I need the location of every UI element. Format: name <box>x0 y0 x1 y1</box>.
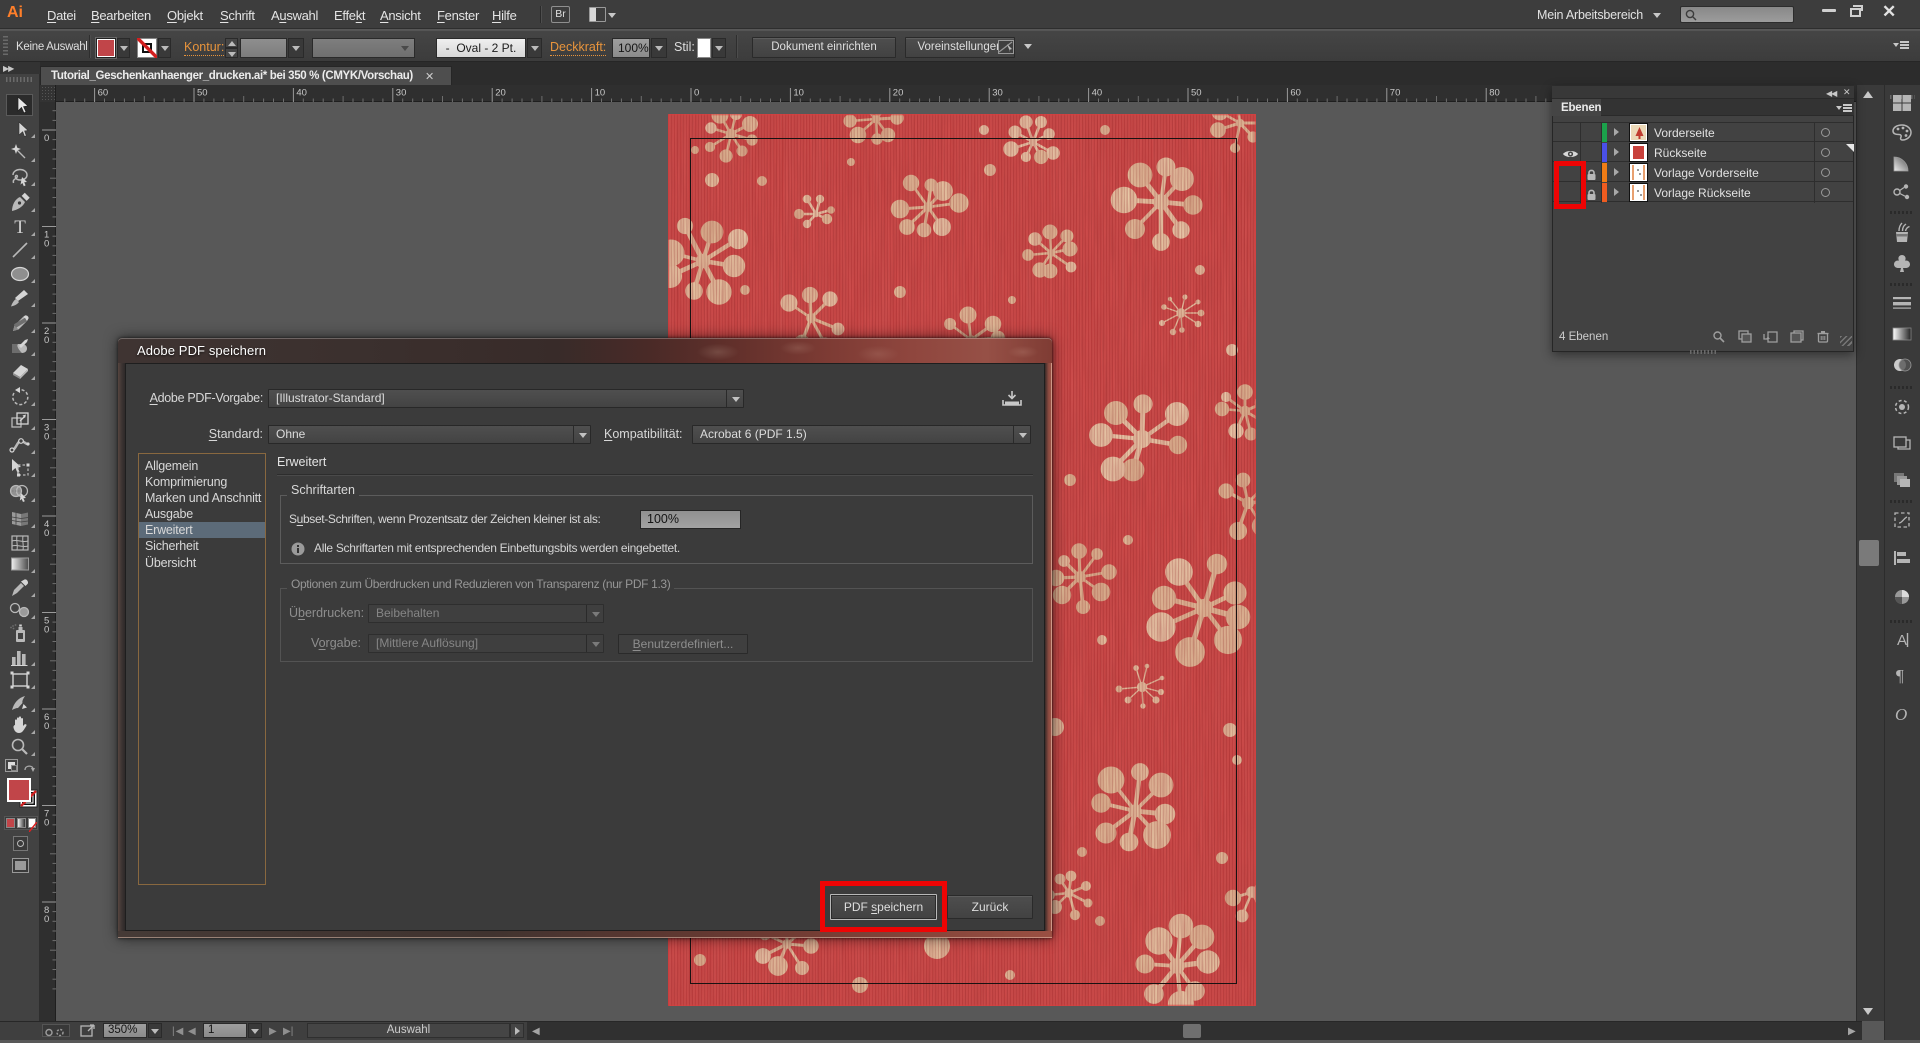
svg-text:0: 0 <box>44 914 49 925</box>
svg-text:30: 30 <box>992 88 1003 99</box>
svg-text:0: 0 <box>44 133 49 144</box>
svg-text:0: 0 <box>44 625 49 636</box>
svg-text:A: A <box>1897 632 1907 649</box>
svg-text:0: 0 <box>44 528 49 539</box>
svg-text:0: 0 <box>44 818 49 829</box>
svg-text:O: O <box>1895 705 1907 724</box>
svg-text:60: 60 <box>1290 88 1301 99</box>
svg-text:20: 20 <box>495 88 506 99</box>
svg-text:70: 70 <box>1390 88 1401 99</box>
svg-text:10: 10 <box>793 88 804 99</box>
svg-text:0: 0 <box>44 239 49 250</box>
svg-text:0: 0 <box>694 88 699 99</box>
svg-text:60: 60 <box>98 88 109 99</box>
svg-text:40: 40 <box>1092 88 1103 99</box>
svg-text:30: 30 <box>396 88 407 99</box>
svg-text:40: 40 <box>296 88 307 99</box>
svg-text:20: 20 <box>893 88 904 99</box>
svg-text:10: 10 <box>595 88 606 99</box>
svg-text:0: 0 <box>44 721 49 732</box>
svg-text:0: 0 <box>44 432 49 443</box>
svg-text:50: 50 <box>1191 88 1202 99</box>
svg-text:0: 0 <box>44 335 49 346</box>
svg-text:50: 50 <box>197 88 208 99</box>
svg-text:T: T <box>14 217 26 237</box>
svg-text:80: 80 <box>1489 88 1500 99</box>
svg-text:¶: ¶ <box>1896 666 1904 685</box>
